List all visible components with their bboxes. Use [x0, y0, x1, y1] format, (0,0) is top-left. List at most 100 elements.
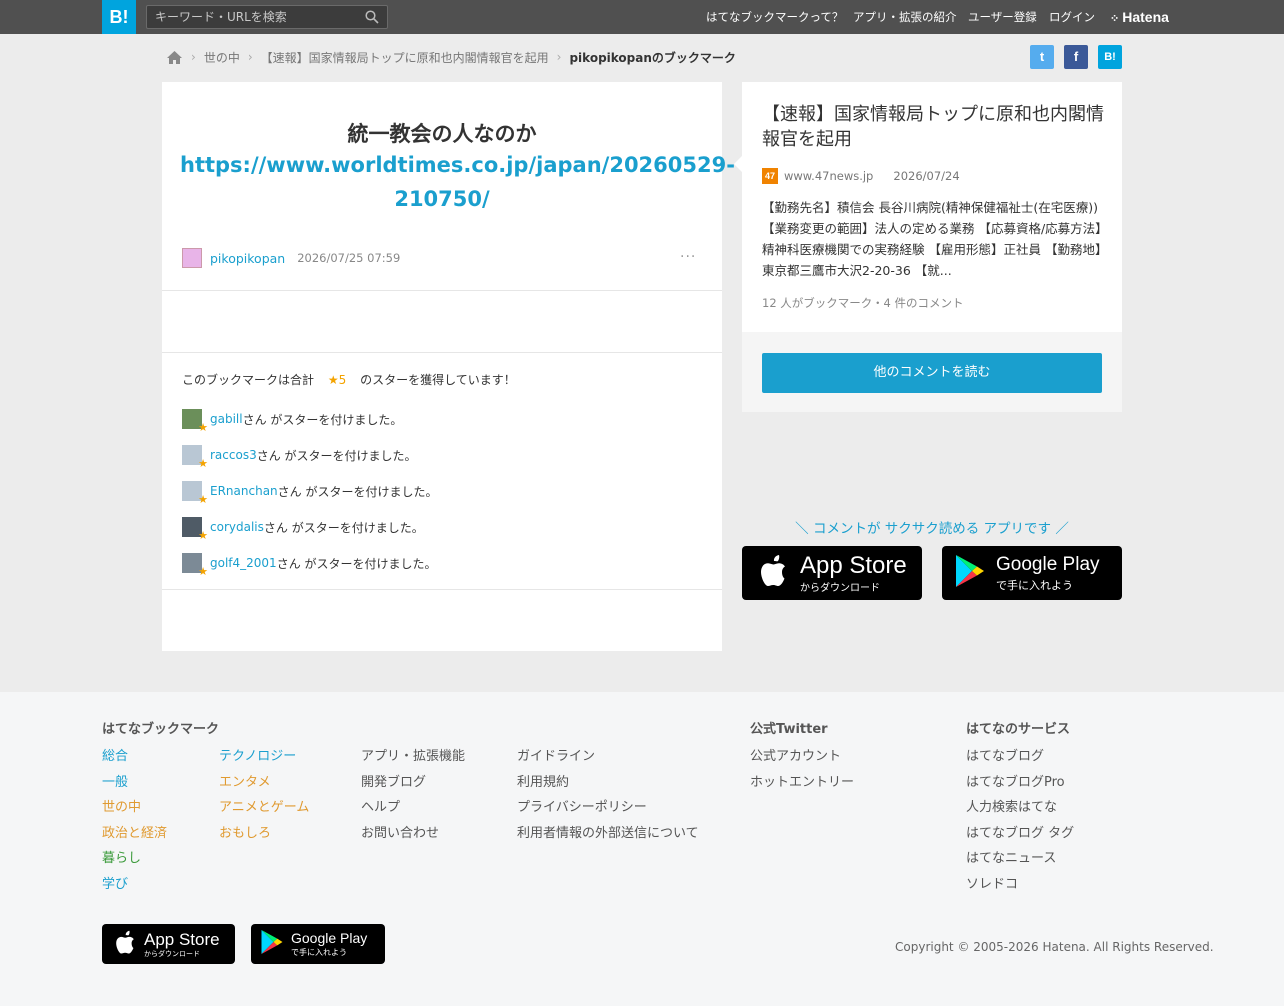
avatar[interactable]: ★: [182, 481, 208, 506]
avatar[interactable]: [182, 248, 202, 268]
footer-info-list: アプリ・拡張機能 開発ブログ ヘルプ お問い合わせ: [361, 744, 465, 846]
divider: [162, 290, 722, 291]
footer-category-list: 総合 一般 世の中 政治と経済 暮らし 学び: [102, 744, 167, 898]
hatena-bookmark-logo[interactable]: B!: [102, 0, 136, 34]
entry-card-footer: 他のコメントを読む: [742, 332, 1122, 412]
avatar[interactable]: ★: [182, 445, 208, 470]
footer-link-contact[interactable]: お問い合わせ: [361, 821, 465, 847]
star-user-link[interactable]: corydalis: [210, 520, 264, 534]
star-count: ★5: [327, 373, 347, 387]
footer-link-hatena-blog[interactable]: はてなブログ: [966, 744, 1074, 770]
entry-meta[interactable]: 12 人がブックマーク・4 件のコメント: [762, 295, 964, 311]
entry-title[interactable]: 【速報】国家情報局トップに原和也内閣情報官を起用: [762, 102, 1106, 152]
chevron-right-icon: ›: [556, 50, 562, 64]
star-user-link[interactable]: golf4_2001: [210, 556, 277, 570]
nav-apps[interactable]: アプリ・拡張の紹介: [853, 0, 957, 34]
footer-app-store-badge[interactable]: App Store からダウンロード: [102, 924, 235, 964]
comment-user-name[interactable]: pikopikopan: [210, 251, 285, 266]
footer-link-dev-blog[interactable]: 開発ブログ: [361, 770, 465, 796]
footer-link-game[interactable]: アニメとゲーム: [219, 795, 309, 821]
avatar[interactable]: ★: [182, 553, 208, 578]
entry-summary: 【勤務先名】積信会 長谷川病院(精神保健福祉士(在宅医療))【業務変更の範囲】法…: [762, 200, 1102, 278]
footer-policy-list: ガイドライン 利用規約 プライバシーポリシー 利用者情報の外部送信について: [517, 744, 699, 846]
hatena-brand[interactable]: ⁘ Hatena: [1110, 0, 1169, 34]
footer-category-list-2: テクノロジー エンタメ アニメとゲーム おもしろ: [219, 744, 309, 846]
footer-google-play-badge[interactable]: Google Play で手に入れよう: [251, 924, 385, 964]
google-play-sublabel: で手に入れよう: [996, 579, 1073, 592]
footer-link-blog-tag[interactable]: はてなブログ タグ: [966, 821, 1074, 847]
nav-about[interactable]: はてなブックマークって？: [706, 0, 843, 34]
star-row-text: さん がスターを付けました。: [276, 556, 437, 571]
footer-link-help[interactable]: ヘルプ: [361, 795, 465, 821]
entry-domain[interactable]: www.47news.jp: [784, 169, 873, 183]
app-promo-tagline: ＼ コメントが サクサク読める アプリです ／: [795, 521, 1069, 537]
footer-link-soredoko[interactable]: ソレドコ: [966, 872, 1074, 898]
search-box[interactable]: [146, 5, 388, 29]
search-input[interactable]: [155, 8, 355, 26]
more-options-icon[interactable]: ···: [680, 249, 696, 265]
footer-link-economics[interactable]: 政治と経済: [102, 821, 167, 847]
avatar[interactable]: ★: [182, 517, 208, 542]
footer-link-fun[interactable]: おもしろ: [219, 821, 309, 847]
footer-link-hatena-blog-pro[interactable]: はてなブログPro: [966, 770, 1074, 796]
footer-link-guideline[interactable]: ガイドライン: [517, 744, 699, 770]
footer-link-knowledge[interactable]: 学び: [102, 872, 167, 898]
comment-date[interactable]: 2026/07/25 07:59: [297, 251, 400, 265]
read-other-comments-button[interactable]: 他のコメントを読む: [762, 353, 1102, 393]
entry-card: 【速報】国家情報局トップに原和也内閣情報官を起用 47 www.47news.j…: [734, 82, 1122, 332]
hatena-share-icon[interactable]: B!: [1098, 45, 1122, 69]
avatar[interactable]: ★: [182, 409, 208, 434]
chevron-right-icon: ›: [191, 50, 196, 64]
breadcrumb: › 世の中 › 【速報】国家情報局トップに原和也内閣情報官を起用 › pikop…: [166, 47, 736, 67]
star-summary-suffix: のスターを獲得しています！: [360, 373, 516, 387]
footer-link-apps[interactable]: アプリ・拡張機能: [361, 744, 465, 770]
footer-link-hatena-news[interactable]: はてなニュース: [966, 846, 1074, 872]
breadcrumb-entry[interactable]: 【速報】国家情報局トップに原和也内閣情報官を起用: [261, 49, 549, 66]
star-list-item: ★ corydalis さん がスターを付けました。: [182, 517, 424, 542]
twitter-share-icon[interactable]: t: [1030, 45, 1054, 69]
footer-link-privacy[interactable]: プライバシーポリシー: [517, 795, 699, 821]
star-user-link[interactable]: raccos3: [210, 448, 257, 462]
star-user-link[interactable]: ERnanchan: [210, 484, 278, 498]
home-icon[interactable]: [166, 50, 183, 65]
footer-link-life[interactable]: 暮らし: [102, 846, 167, 872]
google-play-badge[interactable]: Google Play で手に入れよう: [942, 546, 1122, 600]
breadcrumb-category[interactable]: 世の中: [204, 49, 240, 66]
search-icon[interactable]: [365, 10, 379, 24]
footer-link-external-transmission[interactable]: 利用者情報の外部送信について: [517, 821, 699, 847]
footer-twitter-heading: 公式Twitter: [750, 722, 828, 737]
divider: [162, 352, 722, 353]
star-icon: ★: [198, 457, 208, 470]
footer-app-store-label: App Store: [144, 929, 220, 949]
footer-link-social[interactable]: 世の中: [102, 795, 167, 821]
star-user-link[interactable]: gabill: [210, 412, 243, 426]
footer-link-it[interactable]: テクノロジー: [219, 744, 309, 770]
entry-date: 2026/07/24: [893, 169, 960, 183]
footer-link-terms[interactable]: 利用規約: [517, 770, 699, 796]
app-store-label: App Store: [800, 551, 907, 579]
star-row-text: さん がスターを付けました。: [263, 520, 424, 535]
entry-source: 47 www.47news.jp 2026/07/24: [762, 168, 960, 184]
nav-login[interactable]: ログイン: [1049, 0, 1095, 34]
footer-services-list: はてなブログ はてなブログPro 人力検索はてな はてなブログ タグ はてなニュ…: [966, 744, 1074, 898]
facebook-share-icon[interactable]: f: [1064, 45, 1088, 69]
star-summary: このブックマークは合計 ★5 のスターを獲得しています！: [182, 371, 516, 388]
hatena-dots-icon: ⁘: [1110, 13, 1120, 25]
footer-link-official-account[interactable]: 公式アカウント: [750, 744, 854, 770]
comment-text: 統一教会の人なのか: [347, 122, 537, 146]
google-play-icon: [260, 929, 284, 959]
footer-link-entertainment[interactable]: エンタメ: [219, 770, 309, 796]
divider: [162, 589, 722, 590]
apple-icon: [758, 554, 788, 592]
star-list-item: ★ raccos3 さん がスターを付けました。: [182, 445, 417, 470]
footer-twitter-list: 公式アカウント ホットエントリー: [750, 744, 854, 795]
footer-link-hot-entry[interactable]: ホットエントリー: [750, 770, 854, 796]
nav-register[interactable]: ユーザー登録: [968, 0, 1037, 34]
footer-link-general[interactable]: 総合: [102, 744, 167, 770]
app-store-sublabel: からダウンロード: [800, 582, 880, 594]
top-bar: B! はてなブックマークって？ アプリ・拡張の紹介 ユーザー登録 ログイン ⁘H…: [0, 0, 1284, 34]
footer-link-jinriki[interactable]: 人力検索はてな: [966, 795, 1074, 821]
comment-link[interactable]: https://www.worldtimes.co.jp/japan/20260…: [180, 148, 735, 216]
footer-link-general-all[interactable]: 一般: [102, 770, 167, 796]
app-store-badge[interactable]: App Store からダウンロード: [742, 546, 922, 600]
